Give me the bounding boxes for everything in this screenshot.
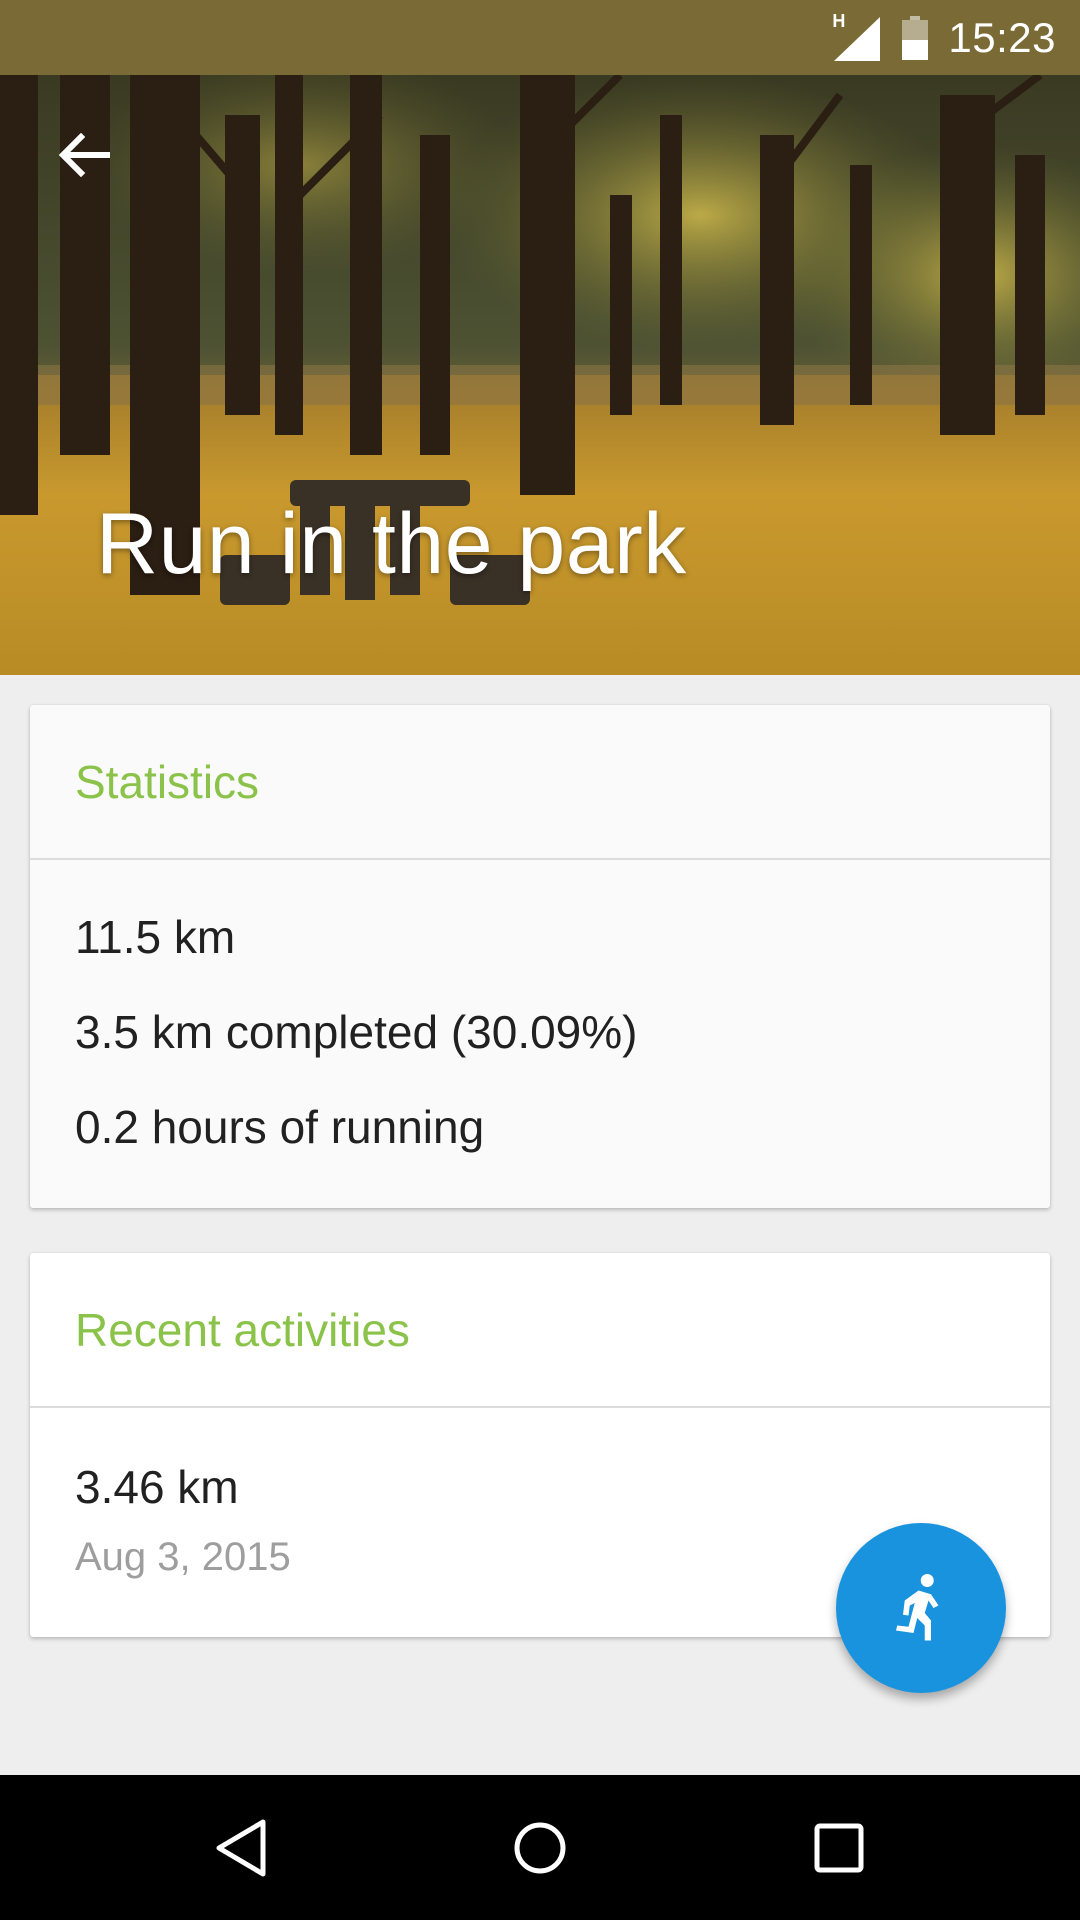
start-run-fab[interactable] — [836, 1523, 1006, 1693]
recent-activities-title: Recent activities — [75, 1303, 410, 1356]
status-icons: H 15:23 — [832, 0, 1056, 75]
back-button[interactable] — [40, 115, 130, 195]
statistics-card: Statistics 11.5 km 3.5 km completed (30.… — [30, 705, 1050, 1208]
running-hours: 0.2 hours of running — [75, 1101, 485, 1153]
nav-home-button[interactable] — [465, 1775, 615, 1920]
nav-back-icon — [216, 1819, 266, 1876]
recent-activities-header: Recent activities — [30, 1253, 1050, 1408]
completed-distance: 3.5 km completed (30.09%) — [75, 1006, 638, 1058]
total-distance: 11.5 km — [75, 911, 236, 963]
nav-recents-icon — [814, 1823, 864, 1872]
navigation-bar — [0, 1775, 1080, 1920]
arrow-back-icon — [59, 133, 110, 177]
status-time: 15:23 — [948, 13, 1056, 61]
battery-fill — [902, 39, 929, 60]
status-bar: H 15:23 — [0, 0, 1080, 75]
header-image: Run in the park — [0, 75, 1080, 675]
statistics-body: 11.5 km 3.5 km completed (30.09%) 0.2 ho… — [30, 860, 1050, 1175]
signal-icon: H — [832, 11, 882, 61]
statistics-title: Statistics — [75, 755, 260, 808]
network-type-label: H — [832, 10, 846, 31]
running-person-icon — [896, 1574, 939, 1641]
nav-recents-button[interactable] — [764, 1775, 914, 1920]
battery-icon — [902, 15, 929, 60]
nav-home-icon — [514, 1822, 566, 1873]
activity-distance: 3.46 km — [75, 1461, 239, 1513]
nav-back-button[interactable] — [166, 1775, 316, 1920]
page-title: Run in the park — [96, 496, 687, 592]
statistics-header: Statistics — [30, 705, 1050, 860]
